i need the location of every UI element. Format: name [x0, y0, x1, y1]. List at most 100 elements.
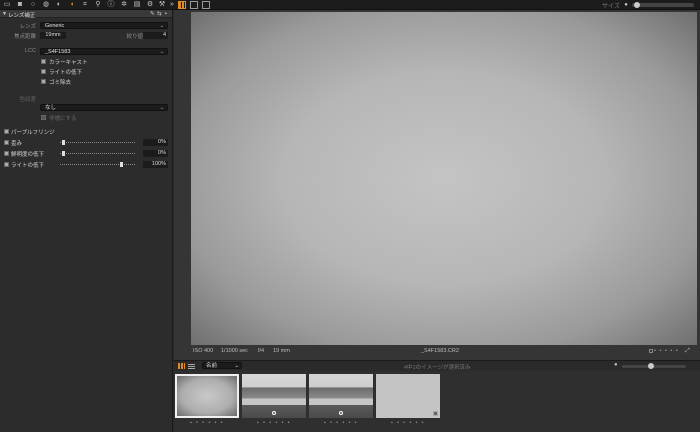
aperture-input[interactable]: 4 [143, 32, 168, 39]
sharpness-slider-thumb[interactable] [62, 151, 65, 156]
tools-icon[interactable]: ⚒ [158, 1, 166, 9]
thumbnail-size-slider[interactable] [622, 363, 686, 369]
thumbnail-4[interactable] [376, 374, 440, 418]
grid-view-icon[interactable] [178, 363, 185, 369]
falloff-checkbox[interactable] [41, 69, 46, 74]
image-preview[interactable] [191, 12, 697, 345]
panel-title: レンズ補正 [8, 13, 36, 19]
light-falloff-row: ライトの低下 100% [0, 160, 173, 169]
batch-icon[interactable]: ▤ [133, 1, 141, 9]
sort-value: 名前 [206, 363, 218, 369]
grid-view-icon[interactable] [178, 1, 186, 9]
crop-icon[interactable]: ⌗ [81, 1, 89, 9]
more-icon[interactable]: » [168, 1, 176, 9]
thumbnail-size-thumb[interactable] [648, 363, 654, 369]
light-falloff-label: ライトの低下 [11, 163, 45, 169]
fullscreen-view-icon[interactable] [202, 1, 210, 9]
sharpness-label: 鮮明度の低下 [11, 152, 45, 158]
filename-text: _S4F1583.CR2 [421, 348, 459, 354]
lens-icon[interactable]: ◖ [68, 1, 76, 9]
info-icon[interactable]: ⓘ [107, 1, 115, 9]
adjust-icon[interactable]: ✲ [120, 1, 128, 9]
lens-value: Generic [45, 23, 65, 29]
sort-select[interactable]: 名前 ⌄ [202, 362, 242, 369]
chromatic-value: なし [45, 105, 57, 111]
details-icon[interactable]: ⚲ [94, 1, 102, 9]
distortion-slider[interactable] [60, 142, 135, 143]
size-slider[interactable] [632, 2, 694, 8]
dust-checkbox[interactable] [41, 79, 46, 84]
sharpness-slider[interactable] [60, 153, 135, 154]
image-viewer: ISO 400 1/1000 sec f/4 19 mm _S4F1583.CR… [174, 10, 700, 360]
thumbnail-image [177, 376, 237, 416]
filmstrip: ▪ • • • • • ▪ • • • • • ▪ • • • • • ▪ • … [174, 371, 700, 432]
dust-label: ゴミ除去 [49, 80, 72, 86]
lcc-option-falloff[interactable]: ライトの低下 [0, 67, 173, 76]
chromatic-label: 色収差 [19, 97, 36, 103]
settings-icon[interactable]: ⚙ [146, 1, 154, 9]
colorcast-label: カラーキャスト [49, 60, 88, 66]
person-icon: ● [624, 2, 628, 8]
pick-icon[interactable]: ✎ [150, 11, 155, 17]
folder-icon[interactable]: ▭ [3, 1, 11, 9]
chromatic-option-checkbox[interactable] [41, 115, 46, 120]
chromatic-option-label: 非増にする [49, 116, 77, 122]
focal-input[interactable]: 19mm [40, 32, 66, 39]
camera-icon[interactable]: ◙ [16, 1, 24, 9]
focal-text: 19 mm [273, 348, 290, 354]
distortion-checkbox[interactable] [4, 140, 9, 145]
copy-icon[interactable]: ⇆ [157, 11, 162, 17]
purple-fringe-checkbox[interactable] [4, 129, 9, 134]
chromatic-select[interactable]: なし ⌄ [40, 104, 168, 111]
panel-header[interactable]: ▼ レンズ補正 ✎ ⇆ ▪ [0, 10, 172, 19]
light-falloff-slider[interactable] [60, 164, 135, 165]
chromatic-label-row: 色収差 [0, 94, 173, 103]
sharpness-checkbox[interactable] [4, 151, 9, 156]
distortion-slider-thumb[interactable] [62, 140, 65, 145]
distortion-row: 歪み 0% [0, 138, 173, 147]
distortion-value[interactable]: 0% [143, 139, 168, 146]
thumbnail-rating[interactable]: ▪ • • • • • [309, 420, 373, 428]
lcc-row: LCC _S4F1583 ⌄ [0, 47, 173, 56]
color-tag-icon[interactable] [649, 349, 653, 353]
lcc-select[interactable]: _S4F1583 ⌄ [40, 48, 168, 55]
light-falloff-slider-thumb[interactable] [120, 162, 123, 167]
light-falloff-value[interactable]: 100% [143, 161, 168, 168]
lens-label: レンズ [19, 24, 36, 30]
size-slider-thumb[interactable] [634, 2, 640, 8]
thumbnail-3[interactable] [309, 374, 373, 418]
focal-label: 焦点距離 [13, 34, 36, 40]
sharpness-value[interactable]: 0% [143, 150, 168, 157]
list-view-icon[interactable] [188, 363, 195, 369]
thumbnail-1[interactable] [175, 374, 239, 418]
collapse-arrow-icon[interactable]: ▼ [2, 11, 7, 17]
lens-correction-panel: ▼ レンズ補正 ✎ ⇆ ▪ レンズ Generic ⌄ 焦点距離 19mm 絞り値… [0, 10, 173, 432]
browser-toolbar: 名前 ⌄ 4中1のイメージが選択済み ● [174, 360, 700, 371]
single-view-icon[interactable] [190, 1, 198, 9]
iso-text: ISO 400 [193, 348, 214, 354]
purple-fringe-row[interactable]: パープルフリンジ [0, 127, 173, 136]
exposure-icon[interactable]: ◐ [55, 1, 63, 9]
aperture-label: 絞り値 [126, 34, 143, 40]
lcc-option-dust[interactable]: ゴミ除去 [0, 77, 173, 86]
reset-icon[interactable]: ▪ [165, 11, 167, 17]
thumbnail-rating[interactable]: ▪ • • • • • [175, 420, 239, 428]
search-icon[interactable]: ○ [29, 1, 37, 9]
size-label: サイズ [602, 4, 620, 10]
thumbnail-2[interactable] [242, 374, 306, 418]
selection-dot-icon [272, 411, 276, 415]
top-toolbar: ▭ ◙ ○ ◍ ◐ ◖ ⌗ ⚲ ⓘ ✲ ▤ ⚙ ⚒ » サイズ ● [0, 0, 700, 10]
light-falloff-checkbox[interactable] [4, 162, 9, 167]
colorcast-checkbox[interactable] [41, 59, 46, 64]
lens-select[interactable]: Generic ⌄ [40, 22, 168, 29]
color-icon[interactable]: ◍ [42, 1, 50, 9]
selection-status: 4中1のイメージが選択済み [404, 365, 471, 371]
rating-stars[interactable]: • • • • • [654, 348, 679, 354]
thumbnail-rating[interactable]: ▪ • • • • • [242, 420, 306, 428]
thumbnail-rating[interactable]: ▪ • • • • • [376, 420, 440, 428]
lcc-option-colorcast[interactable]: カラーキャスト [0, 57, 173, 66]
person-icon: ● [614, 362, 618, 368]
chromatic-option-row: 非増にする [0, 113, 173, 122]
aperture-text: f/4 [258, 348, 265, 354]
fullscreen-icon[interactable]: ⤢ [685, 348, 690, 355]
